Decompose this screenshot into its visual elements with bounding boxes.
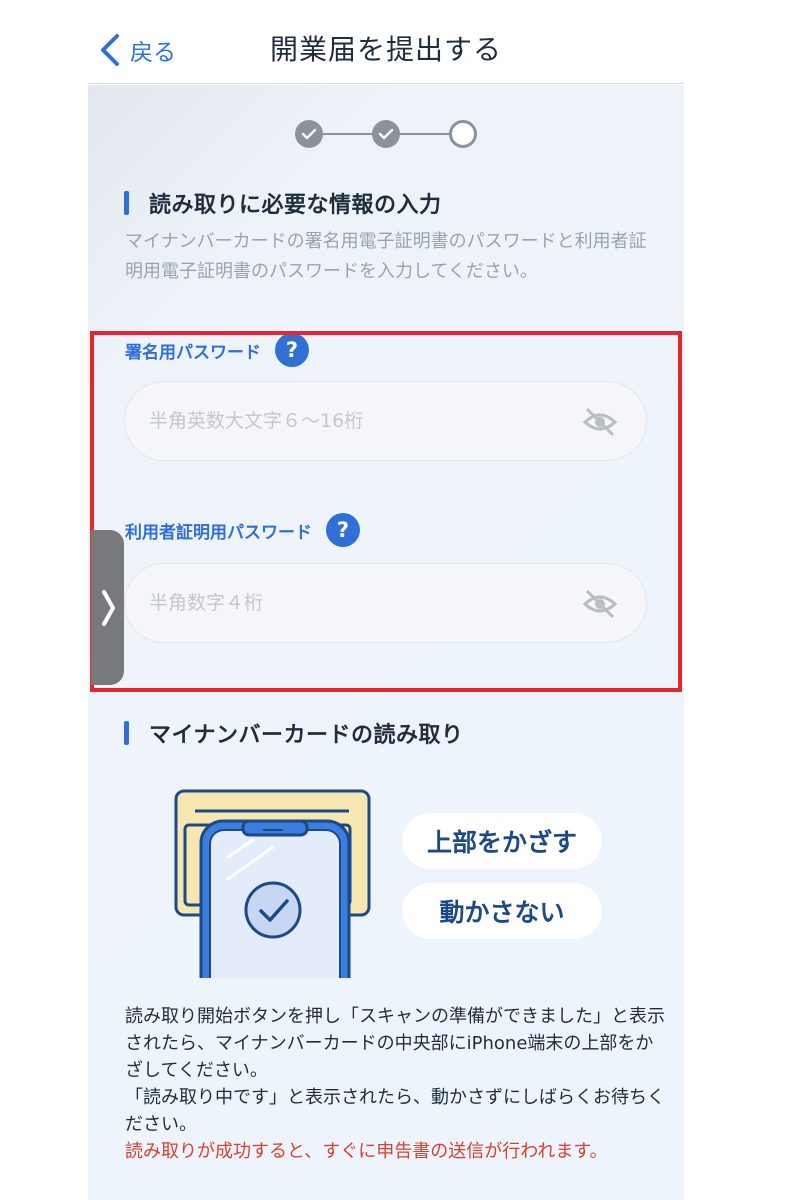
signature-password-input[interactable] xyxy=(149,382,569,460)
eye-slash-icon[interactable] xyxy=(582,586,618,622)
eye-slash-icon[interactable] xyxy=(582,404,618,440)
question-icon: ? xyxy=(336,518,350,542)
user-password-label: 利用者証明用パスワード xyxy=(125,522,312,543)
side-panel-handle[interactable] xyxy=(91,530,124,685)
section-description: マイナンバーカードの署名用電子証明書のパスワードと利用者証明用電子証明書のパスワ… xyxy=(125,231,647,282)
hint-pill-still: 動かさない xyxy=(402,883,602,939)
progress-stepper xyxy=(295,118,477,150)
section-accent-bar xyxy=(124,191,129,215)
warning-text: 読み取りが成功すると、すぐに申告書の送信が行われます。 xyxy=(125,1141,608,1162)
reading-instructions: 読み取り開始ボタンを押し「スキャンの準備ができました」と表示されたら、マイナンバ… xyxy=(125,1003,665,1138)
section-heading-card: マイナンバーカードの読み取り xyxy=(124,717,464,749)
card-reading-illustration xyxy=(174,789,371,978)
user-password-label-row: 利用者証明用パスワード ? xyxy=(125,513,360,547)
user-password-field[interactable] xyxy=(124,563,647,643)
check-icon xyxy=(378,128,394,140)
question-icon: ? xyxy=(285,338,299,362)
nav-header: 戻る 開業届を提出する xyxy=(88,0,684,84)
check-icon xyxy=(301,128,317,140)
section-title-card: マイナンバーカードの読み取り xyxy=(149,723,464,748)
signature-password-label-row: 署名用パスワード ? xyxy=(125,333,309,367)
page-title: 開業届を提出する xyxy=(269,33,502,66)
step-2-done xyxy=(372,120,400,148)
user-password-input[interactable] xyxy=(149,564,569,642)
signature-password-help-button[interactable]: ? xyxy=(275,333,309,367)
hint-pill-top: 上部をかざす xyxy=(402,813,602,869)
signature-password-field[interactable] xyxy=(124,381,647,461)
user-password-help-button[interactable]: ? xyxy=(326,513,360,547)
instruction-1: 読み取り開始ボタンを押し「スキャンの準備ができました」と表示されたら、マイナンバ… xyxy=(125,1006,665,1081)
section-title-info: 読み取りに必要な情報の入力 xyxy=(149,193,442,218)
signature-password-label: 署名用パスワード xyxy=(125,342,261,363)
main-content[interactable]: 読み取りに必要な情報の入力 マイナンバーカードの署名用電子証明書のパスワードと利… xyxy=(88,85,684,1200)
instruction-2: 「読み取り中です」と表示されたら、動かさずにしばらくお待ちください。 xyxy=(125,1087,665,1135)
chevron-right-icon xyxy=(101,589,115,626)
section-accent-bar xyxy=(124,721,129,745)
step-1-done xyxy=(295,120,323,148)
stepper-connector xyxy=(323,133,372,135)
stepper-connector xyxy=(400,133,449,135)
section-heading-info: 読み取りに必要な情報の入力 xyxy=(124,187,442,219)
step-3-current xyxy=(449,120,477,148)
